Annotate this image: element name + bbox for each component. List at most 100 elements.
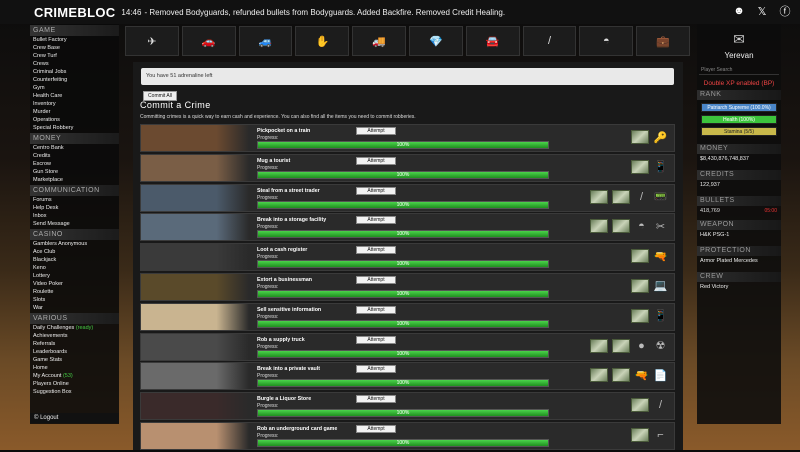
sidebar-item[interactable]: Video Poker (30, 280, 119, 288)
sidebar-item[interactable]: Forums (30, 196, 119, 204)
mask-tool[interactable]: ◓ (579, 26, 633, 56)
cash-icon (612, 368, 630, 382)
sidebar-item[interactable]: Help Desk (30, 204, 119, 212)
sidebar-item[interactable]: Inventory (30, 100, 119, 108)
sidebar-item[interactable]: Health Care (30, 92, 119, 100)
crime-image (141, 155, 249, 181)
briefcase-tool[interactable]: 💼 (636, 26, 690, 56)
sidebar-item[interactable]: Gamblers Anonymous (30, 240, 119, 248)
sidebar-item[interactable]: Inbox (30, 212, 119, 220)
sidebar-item[interactable]: War (30, 304, 119, 312)
sidebar-item-label: Achievements (33, 333, 68, 339)
crime-image (141, 274, 249, 300)
sidebar-item[interactable]: Crews (30, 60, 119, 68)
knife-tool[interactable]: / (523, 26, 577, 56)
player-search-input[interactable]: Player Search (699, 66, 779, 75)
car-tool[interactable]: 🚗 (182, 26, 236, 56)
attempt-button[interactable]: Attempt (356, 306, 396, 314)
username[interactable]: Yerevan (697, 51, 781, 60)
attempt-button[interactable]: Attempt (356, 157, 396, 165)
progress-text: 100% (258, 202, 548, 208)
gta-tool[interactable]: 🚙 (239, 26, 293, 56)
facebook-icon[interactable]: ⓕ (778, 4, 792, 18)
mask-icon: ◓ (634, 217, 649, 235)
cash-icon (631, 428, 649, 442)
reward-items: 🔑 (631, 128, 668, 146)
bullets-row: 418,769 05:00 (697, 208, 781, 214)
sidebar-item[interactable]: Criminal Jobs (30, 68, 119, 76)
sidebar-item[interactable]: Daily Challenges (ready) (30, 324, 119, 332)
sidebar-item[interactable]: Suggestion Box (30, 388, 119, 396)
crime-name: Extort a businessman (257, 277, 312, 283)
progress-bar: 100% (257, 171, 549, 179)
sidebar-item[interactable]: Leaderboards (30, 348, 119, 356)
logo[interactable]: CRIMEBLOC (34, 5, 115, 20)
sidebar-item[interactable]: Blackjack (30, 256, 119, 264)
logout-link[interactable]: © Logout (30, 413, 119, 423)
x-icon[interactable]: 𝕏 (755, 4, 769, 18)
sidebar-item[interactable]: Referrals (30, 340, 119, 348)
sidebar-item[interactable]: Game Stats (30, 356, 119, 364)
gas-mask-icon: ☢ (653, 337, 668, 355)
bolt-cutter-icon: ✂ (653, 217, 668, 235)
sidebar-item[interactable]: Escrow (30, 160, 119, 168)
sidebar-item[interactable]: Achievements (30, 332, 119, 340)
attempt-button[interactable]: Attempt (356, 127, 396, 135)
sidebar-item[interactable]: Murder (30, 108, 119, 116)
cash-icon (631, 160, 649, 174)
drugs-tool[interactable]: ✋ (295, 26, 349, 56)
crime-image (141, 185, 249, 211)
social-links: ☻ 𝕏ⓕ (732, 4, 792, 18)
sidebar-item[interactable]: Gym (30, 84, 119, 92)
avatar-icon[interactable]: ✉ (697, 28, 781, 50)
crowbar-icon: / (653, 396, 668, 414)
discord-icon[interactable]: ☻ (732, 4, 746, 18)
attempt-button[interactable]: Attempt (356, 246, 396, 254)
sidebar-item[interactable]: Gun Store (30, 168, 119, 176)
crime-row: Extort a businessmanProgress:Attempt100%… (140, 273, 675, 301)
health-bar: Health (100%) (701, 115, 777, 124)
sidebar-item-label: Daily Challenges (33, 325, 74, 331)
sidebar-item[interactable]: Roulette (30, 288, 119, 296)
progress-text: 100% (258, 172, 548, 178)
sidebar-item[interactable]: Ace Club (30, 248, 119, 256)
attempt-button[interactable]: Attempt (356, 336, 396, 344)
bullets-timer: 05:00 (764, 208, 777, 214)
sidebar-item[interactable]: Send Message (30, 220, 119, 228)
reward-items: ●☢ (590, 337, 668, 355)
reward-items: ◓✂ (590, 217, 668, 235)
cash-icon (631, 130, 649, 144)
sidebar-item[interactable]: Lottery (30, 272, 119, 280)
laptop-icon: 💻 (653, 277, 668, 295)
sidebar-item[interactable]: Special Robbery (30, 124, 119, 132)
sidebar-item[interactable]: Centro Bank (30, 144, 119, 152)
attempt-button[interactable]: Attempt (356, 365, 396, 373)
sidebar-item[interactable]: Counterfeiting (30, 76, 119, 84)
crime-name: Break into a storage facility (257, 217, 326, 223)
attempt-button[interactable]: Attempt (356, 216, 396, 224)
sidebar-item[interactable]: Home (30, 364, 119, 372)
attempt-button[interactable]: Attempt (356, 187, 396, 195)
attempt-button[interactable]: Attempt (356, 395, 396, 403)
sidebar-item[interactable]: Bullet Factory (30, 36, 119, 44)
sidebar-item[interactable]: Crew Base (30, 44, 119, 52)
jewel-tool[interactable]: 💎 (409, 26, 463, 56)
attempt-button[interactable]: Attempt (356, 276, 396, 284)
sidebar-item[interactable]: Slots (30, 296, 119, 304)
sidebar-item[interactable]: Marketplace (30, 176, 119, 184)
crew-value[interactable]: Red Victory (697, 284, 781, 290)
grenade-icon: ● (634, 337, 649, 355)
crimes-tool[interactable]: ✈ (125, 26, 179, 56)
sidebar-item[interactable]: Keno (30, 264, 119, 272)
sidebar-item[interactable]: Credits (30, 152, 119, 160)
sidebar-item[interactable]: Crew Turf (30, 52, 119, 60)
attempt-button[interactable]: Attempt (356, 425, 396, 433)
transport-tool[interactable]: 🚚 (352, 26, 406, 56)
sidebar-item[interactable]: My Account (53) (30, 372, 119, 380)
page-description: Committing crimes is a quick way to earn… (140, 114, 416, 120)
sidebar-item[interactable]: Players Online (30, 380, 119, 388)
credits-heading: CREDITS (697, 170, 781, 180)
cash-icon (590, 368, 608, 382)
heist-tool[interactable]: 🚘 (466, 26, 520, 56)
sidebar-item[interactable]: Operations (30, 116, 119, 124)
